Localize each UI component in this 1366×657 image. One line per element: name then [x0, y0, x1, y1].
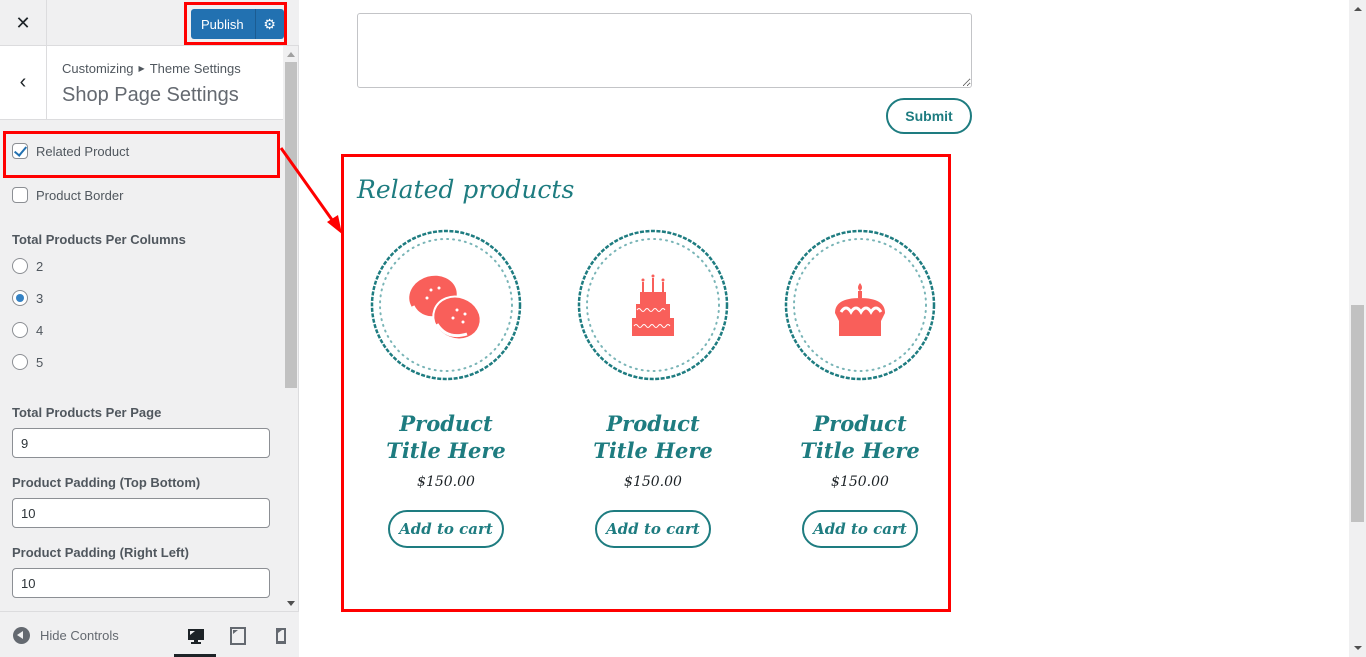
- product-price: $150.00: [831, 474, 889, 490]
- collapse-left-icon: [13, 627, 30, 644]
- breadcrumb-root: Customizing: [62, 61, 134, 76]
- submit-button[interactable]: Submit: [886, 98, 972, 134]
- product-title[interactable]: Product Title Here: [568, 410, 738, 464]
- gear-icon[interactable]: ⚙: [255, 9, 283, 39]
- product-image[interactable]: [783, 228, 937, 382]
- triangle-right-icon: ▶: [138, 64, 145, 73]
- related-product-label: Related Product: [36, 144, 130, 159]
- product-border-checkbox[interactable]: [12, 187, 28, 203]
- birthday-cake-icon: [632, 274, 674, 336]
- back-button[interactable]: ‹: [0, 46, 47, 119]
- padding-right-left-label: Product Padding (Right Left): [12, 545, 189, 560]
- cupcake-icon: [835, 283, 885, 336]
- per-page-label: Total Products Per Page: [12, 405, 162, 420]
- scroll-up-icon[interactable]: [287, 52, 295, 57]
- product-image[interactable]: [369, 228, 523, 382]
- publish-button[interactable]: Publish ⚙: [191, 9, 284, 39]
- columns-radio-5-label: 5: [36, 355, 44, 370]
- columns-radio-3-label: 3: [36, 291, 44, 306]
- scroll-down-icon[interactable]: [287, 601, 295, 606]
- add-to-cart-button[interactable]: Add to cart: [802, 510, 918, 548]
- macarons-icon: [409, 275, 482, 341]
- product-title[interactable]: Product Title Here: [775, 410, 945, 464]
- product-image[interactable]: [576, 228, 730, 382]
- per-columns-label: Total Products Per Columns: [12, 232, 186, 247]
- padding-top-bottom-label: Product Padding (Top Bottom): [12, 475, 201, 490]
- columns-radio-4[interactable]: [12, 322, 28, 338]
- product-price: $150.00: [624, 474, 682, 490]
- product-card: Product Title Here $150.00 Add to cart: [361, 228, 531, 548]
- padding-top-bottom-input[interactable]: [12, 498, 270, 528]
- breadcrumb: Customizing ▶ Theme Settings: [62, 61, 241, 76]
- section-header: ‹ Customizing ▶ Theme Settings Shop Page S…: [0, 46, 283, 120]
- padding-right-left-input[interactable]: [12, 568, 270, 598]
- hide-controls-button[interactable]: Hide Controls: [13, 627, 119, 644]
- columns-radio-4-label: 4: [36, 323, 44, 338]
- breadcrumb-parent: Theme Settings: [149, 61, 241, 76]
- scroll-down-icon[interactable]: [1354, 646, 1362, 650]
- tablet-preview-icon[interactable]: [228, 626, 248, 646]
- add-to-cart-button[interactable]: Add to cart: [388, 510, 504, 548]
- related-product-checkbox[interactable]: [12, 143, 28, 159]
- product-card: Product Title Here $150.00 Add to cart: [775, 228, 945, 548]
- scroll-up-icon[interactable]: [1354, 7, 1362, 11]
- columns-radio-2[interactable]: [12, 258, 28, 274]
- columns-radio-2-label: 2: [36, 259, 44, 274]
- customizer-sidebar: ✕ Publish ⚙ ‹ Customizing ▶ Theme Settings…: [0, 0, 299, 657]
- mobile-preview-icon[interactable]: [271, 626, 291, 646]
- close-icon: ✕: [15, 12, 31, 33]
- comment-textarea[interactable]: [357, 13, 972, 88]
- add-to-cart-button[interactable]: Add to cart: [595, 510, 711, 548]
- close-customizer-button[interactable]: ✕: [0, 0, 47, 46]
- section-title: Shop Page Settings: [62, 84, 239, 106]
- columns-radio-3[interactable]: [12, 290, 28, 306]
- publish-label: Publish: [201, 16, 244, 32]
- customizer-footer: Hide Controls: [0, 611, 299, 657]
- product-card: Product Title Here $150.00 Add to cart: [568, 228, 738, 548]
- per-page-input[interactable]: [12, 428, 270, 458]
- hide-controls-label: Hide Controls: [40, 628, 119, 643]
- desktop-preview-icon[interactable]: [186, 626, 206, 646]
- product-title[interactable]: Product Title Here: [361, 410, 531, 464]
- related-products-heading: Related products: [357, 175, 575, 204]
- columns-radio-5[interactable]: [12, 354, 28, 370]
- product-price: $150.00: [417, 474, 475, 490]
- product-border-label: Product Border: [36, 188, 124, 203]
- preview-scrollbar-thumb[interactable]: [1351, 305, 1364, 522]
- chevron-left-icon: ‹: [19, 71, 27, 93]
